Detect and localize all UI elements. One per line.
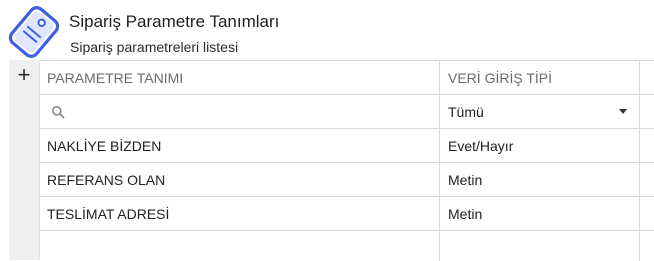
parameter-name: NAKLİYE BİZDEN [40, 129, 440, 162]
parameter-grid: PARAMETRE TANIMI VERİ GİRİŞ TİPİ Tümü NA… [40, 60, 654, 261]
grid-toolbar: + [9, 60, 40, 260]
empty-cell [440, 231, 640, 261]
input-type: Metin [440, 197, 640, 230]
filter-spacer [640, 95, 654, 128]
row-spacer [640, 163, 654, 196]
row-spacer [640, 129, 654, 162]
add-button[interactable]: + [9, 64, 39, 86]
grid-header-row: PARAMETRE TANIMI VERİ GİRİŞ TİPİ [40, 61, 654, 95]
empty-cell [640, 231, 654, 261]
plus-icon: + [17, 62, 31, 87]
row-spacer [640, 197, 654, 230]
search-icon [52, 105, 65, 118]
parameter-name: REFERANS OLAN [40, 163, 440, 196]
parameter-name: TESLİMAT ADRESİ [40, 197, 440, 230]
type-filter-value: Tümü [448, 103, 484, 120]
empty-row [40, 231, 654, 261]
tag-icon [8, 6, 60, 58]
empty-cell [40, 231, 440, 261]
name-filter-cell[interactable] [40, 95, 440, 128]
input-type: Metin [440, 163, 640, 196]
type-filter-select[interactable]: Tümü [440, 95, 640, 128]
column-header-input-type[interactable]: VERİ GİRİŞ TİPİ [440, 61, 640, 94]
grid-filter-row: Tümü [40, 95, 654, 129]
column-header-parameter-name[interactable]: PARAMETRE TANIMI [40, 61, 440, 94]
page-header: Sipariş Parametre Tanımları Sipariş para… [0, 0, 654, 60]
chevron-down-icon [619, 109, 627, 114]
table-row[interactable]: TESLİMAT ADRESİ Metin [40, 197, 654, 231]
page-title: Sipariş Parametre Tanımları [69, 12, 280, 31]
input-type: Evet/Hayır [440, 129, 640, 162]
table-row[interactable]: REFERANS OLAN Metin [40, 163, 654, 197]
column-header-spacer [640, 61, 654, 94]
table-row[interactable]: NAKLİYE BİZDEN Evet/Hayır [40, 129, 654, 163]
page-subtitle: Sipariş parametreleri listesi [70, 39, 239, 55]
